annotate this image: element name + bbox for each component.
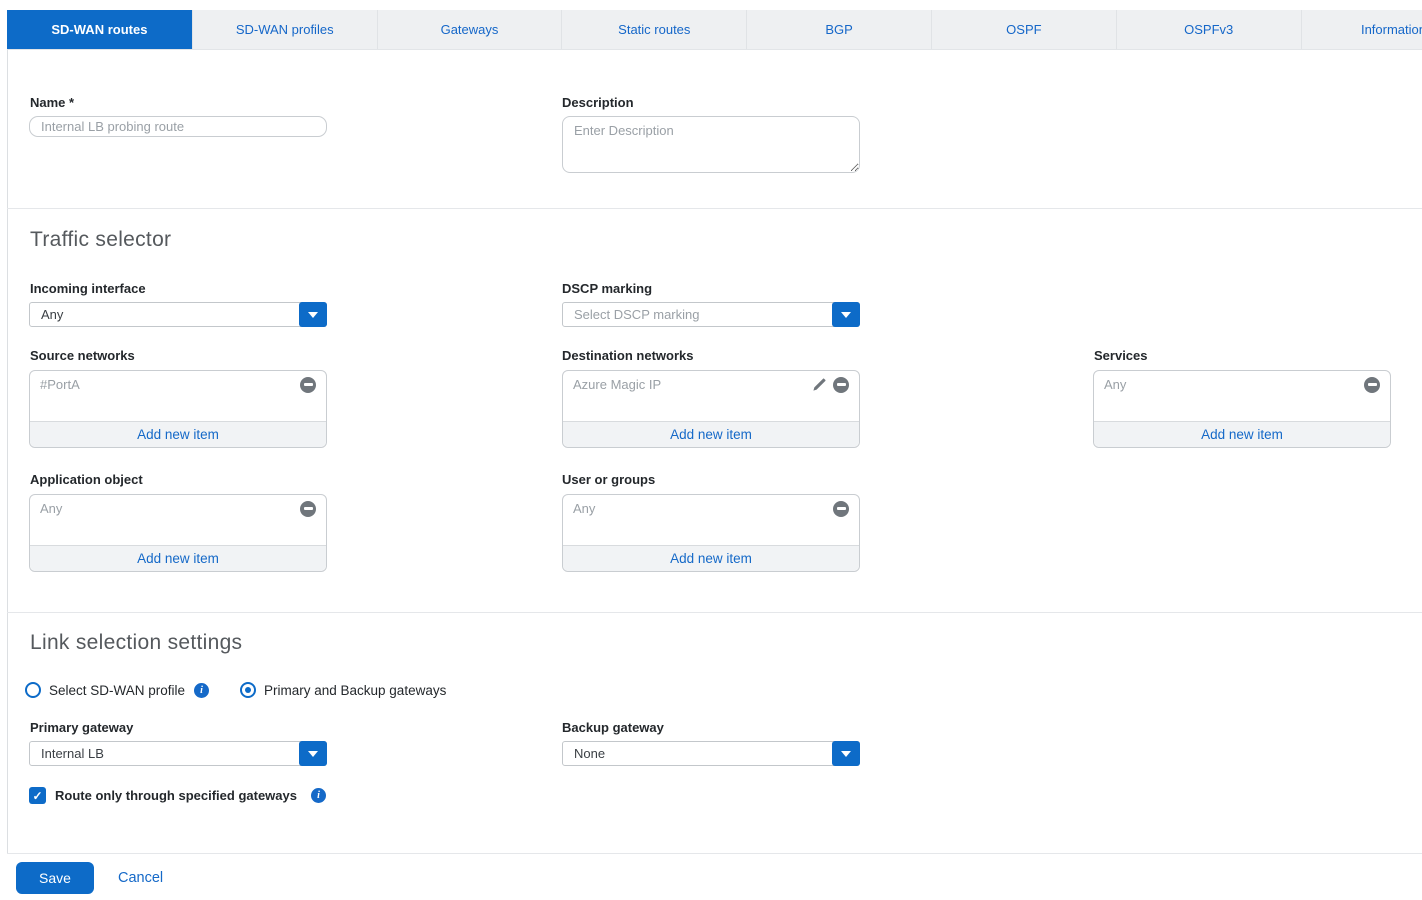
services-label: Services bbox=[1094, 348, 1148, 363]
tab-static-routes[interactable]: Static routes bbox=[561, 10, 747, 49]
source-networks-list: #PortA Add new item bbox=[29, 370, 327, 448]
save-button[interactable]: Save bbox=[16, 862, 94, 894]
backup-gateway-value: None bbox=[574, 746, 606, 761]
chevron-down-icon[interactable] bbox=[299, 741, 327, 766]
chevron-down-icon[interactable] bbox=[832, 302, 860, 327]
source-networks-add-button[interactable]: Add new item bbox=[30, 421, 326, 447]
destination-networks-list: Azure Magic IP Add new item bbox=[562, 370, 860, 448]
source-networks-label: Source networks bbox=[30, 348, 135, 363]
name-label: Name * bbox=[30, 95, 75, 110]
edit-item-icon[interactable] bbox=[811, 377, 827, 393]
radio-select-sdwan-profile[interactable]: Select SD-WAN profile i bbox=[25, 682, 210, 698]
radio-primary-backup-gateways[interactable]: Primary and Backup gateways bbox=[240, 682, 446, 698]
list-item-text: Any bbox=[40, 501, 63, 516]
tab-bar: SD-WAN routes SD-WAN profiles Gateways S… bbox=[7, 10, 1422, 50]
services-list: Any Add new item bbox=[1093, 370, 1391, 448]
list-item: Any bbox=[1094, 371, 1390, 398]
remove-item-icon[interactable] bbox=[300, 376, 316, 393]
checkbox-label: Route only through specified gateways bbox=[55, 788, 297, 803]
divider bbox=[7, 612, 1422, 613]
list-item: Any bbox=[563, 495, 859, 522]
traffic-selector-heading: Traffic selector bbox=[30, 228, 172, 251]
tab-gateways[interactable]: Gateways bbox=[376, 10, 562, 49]
info-icon[interactable]: i bbox=[194, 682, 210, 698]
tab-bgp[interactable]: BGP bbox=[746, 10, 931, 49]
list-item: #PortA bbox=[30, 371, 326, 398]
dscp-marking-label: DSCP marking bbox=[562, 281, 653, 296]
incoming-interface-value: Any bbox=[41, 307, 64, 322]
user-or-groups-add-button[interactable]: Add new item bbox=[563, 545, 859, 571]
primary-gateway-label: Primary gateway bbox=[30, 720, 134, 735]
sdwan-routes-page: SD-WAN routes SD-WAN profiles Gateways S… bbox=[0, 0, 1422, 900]
info-icon[interactable]: i bbox=[310, 788, 326, 803]
radio-selected-icon[interactable] bbox=[240, 682, 256, 698]
application-object-label: Application object bbox=[30, 472, 143, 487]
list-item-text: Any bbox=[1104, 377, 1127, 392]
radio-label: Primary and Backup gateways bbox=[264, 682, 447, 698]
remove-item-icon[interactable] bbox=[833, 500, 849, 517]
cancel-button[interactable]: Cancel bbox=[118, 870, 163, 886]
link-selection-heading: Link selection settings bbox=[30, 631, 243, 654]
chevron-down-icon[interactable] bbox=[299, 302, 327, 327]
dscp-marking-select[interactable]: Select DSCP marking bbox=[562, 302, 860, 327]
tab-sdwan-profiles[interactable]: SD-WAN profiles bbox=[191, 10, 377, 49]
remove-item-icon[interactable] bbox=[1364, 376, 1380, 393]
tab-ospfv3[interactable]: OSPFv3 bbox=[1115, 10, 1301, 49]
divider bbox=[7, 208, 1422, 209]
divider bbox=[7, 853, 1422, 854]
dscp-marking-value: Select DSCP marking bbox=[574, 307, 700, 322]
primary-gateway-value: Internal LB bbox=[41, 746, 104, 761]
radio-unselected-icon[interactable] bbox=[25, 682, 41, 698]
list-item-text: #PortA bbox=[40, 377, 80, 392]
user-or-groups-label: User or groups bbox=[562, 472, 656, 487]
incoming-interface-select[interactable]: Any bbox=[29, 302, 327, 327]
tab-sdwan-routes[interactable]: SD-WAN routes bbox=[7, 10, 192, 49]
name-input[interactable] bbox=[29, 116, 327, 137]
destination-networks-add-button[interactable]: Add new item bbox=[563, 421, 859, 447]
radio-label: Select SD-WAN profile bbox=[49, 682, 186, 698]
remove-item-icon[interactable] bbox=[833, 376, 849, 393]
list-item: Any bbox=[30, 495, 326, 522]
primary-gateway-select[interactable]: Internal LB bbox=[29, 741, 327, 766]
destination-networks-label: Destination networks bbox=[562, 348, 694, 363]
user-or-groups-list: Any Add new item bbox=[562, 494, 860, 572]
description-textarea[interactable] bbox=[562, 116, 860, 173]
incoming-interface-label: Incoming interface bbox=[30, 281, 146, 296]
tab-information[interactable]: Information bbox=[1300, 10, 1422, 49]
backup-gateway-select[interactable]: None bbox=[562, 741, 860, 766]
chevron-down-icon[interactable] bbox=[832, 741, 860, 766]
list-item: Azure Magic IP bbox=[563, 371, 859, 398]
application-object-list: Any Add new item bbox=[29, 494, 327, 572]
tab-ospf[interactable]: OSPF bbox=[930, 10, 1116, 49]
services-add-button[interactable]: Add new item bbox=[1094, 421, 1390, 447]
description-label: Description bbox=[562, 95, 634, 110]
list-item-text: Azure Magic IP bbox=[573, 377, 662, 392]
backup-gateway-label: Backup gateway bbox=[562, 720, 664, 735]
checkbox-checked-icon[interactable]: ✓ bbox=[29, 787, 46, 804]
application-object-add-button[interactable]: Add new item bbox=[30, 545, 326, 571]
route-only-checkbox-row: ✓ Route only through specified gateways … bbox=[29, 787, 326, 804]
list-item-text: Any bbox=[573, 501, 596, 516]
remove-item-icon[interactable] bbox=[300, 500, 316, 517]
